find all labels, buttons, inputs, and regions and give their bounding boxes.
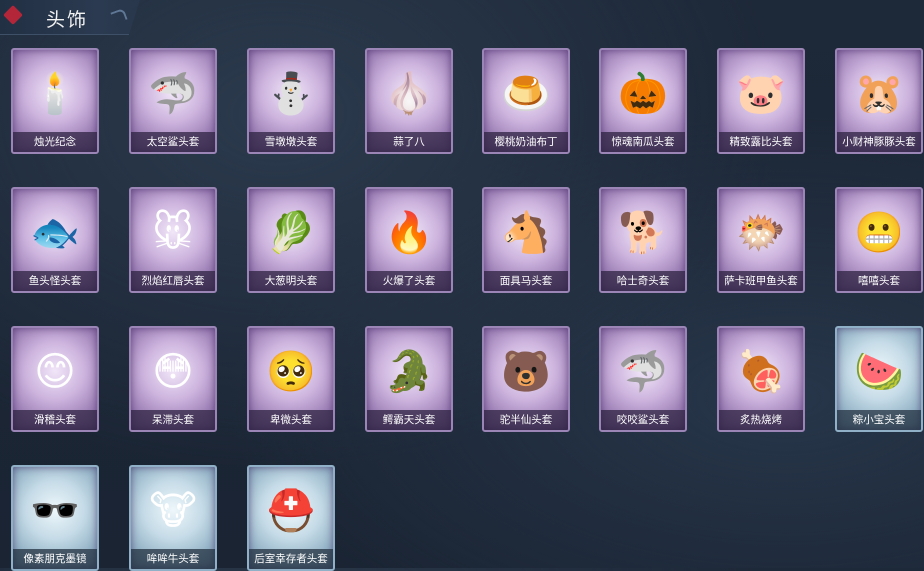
item-label: 哞哞牛头套 [131, 549, 215, 569]
item-card[interactable]: 😬 嘻嘻头套 [835, 187, 923, 293]
item-icon: 🐕 [618, 210, 668, 256]
item-icon: 🕶️ [30, 488, 80, 534]
item-label: 滑稽头套 [13, 410, 97, 430]
item-card[interactable]: 🕶️ 像素朋克墨镜 [11, 465, 99, 571]
item-label: 火爆了头套 [367, 271, 451, 291]
item-icon: 😬 [854, 210, 904, 256]
item-card[interactable]: 🐴 面具马头套 [482, 187, 570, 293]
item-card[interactable]: 🐊 鳄霸天头套 [365, 326, 453, 432]
item-icon: 🍉 [854, 349, 904, 395]
item-label: 小财神豚豚头套 [837, 132, 921, 152]
item-icon: 🐡 [736, 210, 786, 256]
item-card[interactable]: 🐻 驼半仙头套 [482, 326, 570, 432]
item-icon: 🔥 [384, 210, 434, 256]
item-label: 烛光纪念 [13, 132, 97, 152]
item-card[interactable]: 🦈 咬咬鲨头套 [599, 326, 687, 432]
item-icon: 🐮 [149, 488, 197, 534]
item-label: 嘻嘻头套 [837, 271, 921, 291]
item-card[interactable]: 🥺 卑微头套 [247, 326, 335, 432]
headwear-grid: 🕯️ 烛光纪念 🦈 太空鲨头套 ⛄ 雪墩墩头套 🧄 蒜了八 🍮 樱桃奶油布丁 🎃 惊魂南瓜头套 🐷 精致露… [0, 0, 924, 571]
item-label: 粽小宝头套 [837, 410, 921, 430]
item-icon: 🦈 [618, 349, 668, 395]
item-label: 哈士奇头套 [601, 271, 685, 291]
item-label: 驼半仙头套 [484, 410, 568, 430]
item-label: 咬咬鲨头套 [601, 410, 685, 430]
item-card[interactable]: 🔥 火爆了头套 [365, 187, 453, 293]
item-icon: 🧄 [384, 71, 434, 117]
item-card[interactable]: 🐮 哞哞牛头套 [129, 465, 217, 571]
item-icon: 🎃 [618, 71, 668, 117]
item-icon: 🥺 [266, 349, 316, 395]
item-icon: 🥬 [266, 210, 316, 256]
item-card[interactable]: 🎃 惊魂南瓜头套 [599, 48, 687, 154]
item-label: 大葱明头套 [249, 271, 333, 291]
item-card[interactable]: 😊 滑稽头套 [11, 326, 99, 432]
item-icon: 🐹 [854, 71, 904, 117]
item-label: 鱼头怪头套 [13, 271, 97, 291]
item-icon: 🍮 [501, 71, 551, 117]
item-icon: 🐟 [30, 210, 80, 256]
item-card[interactable]: 🐕 哈士奇头套 [599, 187, 687, 293]
item-label: 卑微头套 [249, 410, 333, 430]
item-card[interactable]: 😳 呆滞头套 [129, 326, 217, 432]
item-card[interactable]: 🍮 樱桃奶油布丁 [482, 48, 570, 154]
item-icon: 🕯️ [30, 71, 80, 117]
item-label: 惊魂南瓜头套 [601, 132, 685, 152]
item-card[interactable]: 🍉 粽小宝头套 [835, 326, 923, 432]
item-label: 鳄霸天头套 [367, 410, 451, 430]
item-card[interactable]: 🦈 太空鲨头套 [129, 48, 217, 154]
item-card[interactable]: 🕯️ 烛光纪念 [11, 48, 99, 154]
item-icon: 🐊 [384, 349, 434, 395]
item-label: 面具马头套 [484, 271, 568, 291]
item-label: 后室幸存者头套 [249, 549, 333, 569]
item-label: 精致露比头套 [719, 132, 803, 152]
item-icon: 😳 [152, 349, 194, 395]
item-card[interactable]: 🐟 鱼头怪头套 [11, 187, 99, 293]
item-card[interactable]: 🧄 蒜了八 [365, 48, 453, 154]
item-icon: 🍖 [736, 349, 786, 395]
item-icon: 🐷 [736, 71, 786, 117]
item-label: 呆滞头套 [131, 410, 215, 430]
item-card[interactable]: 🐡 萨卡班甲鱼头套 [717, 187, 805, 293]
item-icon: 😊 [34, 349, 76, 395]
item-label: 像素朋克墨镜 [13, 549, 97, 569]
item-label: 樱桃奶油布丁 [484, 132, 568, 152]
item-label: 烈焰红唇头套 [131, 271, 215, 291]
item-label: 太空鲨头套 [131, 132, 215, 152]
item-card[interactable]: ⛑️ 后室幸存者头套 [247, 465, 335, 571]
item-icon: ⛄ [266, 71, 316, 117]
item-label: 雪墩墩头套 [249, 132, 333, 152]
item-card[interactable]: 🐷 精致露比头套 [717, 48, 805, 154]
item-card[interactable]: 🥬 大葱明头套 [247, 187, 335, 293]
item-icon: 🦈 [148, 71, 198, 117]
item-card[interactable]: 🐭 烈焰红唇头套 [129, 187, 217, 293]
item-icon: 🐭 [152, 210, 194, 256]
item-icon: 🐴 [501, 210, 551, 256]
item-label: 萨卡班甲鱼头套 [719, 271, 803, 291]
item-card[interactable]: ⛄ 雪墩墩头套 [247, 48, 335, 154]
item-label: 蒜了八 [367, 132, 451, 152]
item-card[interactable]: 🐹 小财神豚豚头套 [835, 48, 923, 154]
item-card[interactable]: 🍖 炙热烧烤 [717, 326, 805, 432]
item-icon: ⛑️ [266, 488, 316, 534]
item-icon: 🐻 [501, 349, 551, 395]
item-label: 炙热烧烤 [719, 410, 803, 430]
